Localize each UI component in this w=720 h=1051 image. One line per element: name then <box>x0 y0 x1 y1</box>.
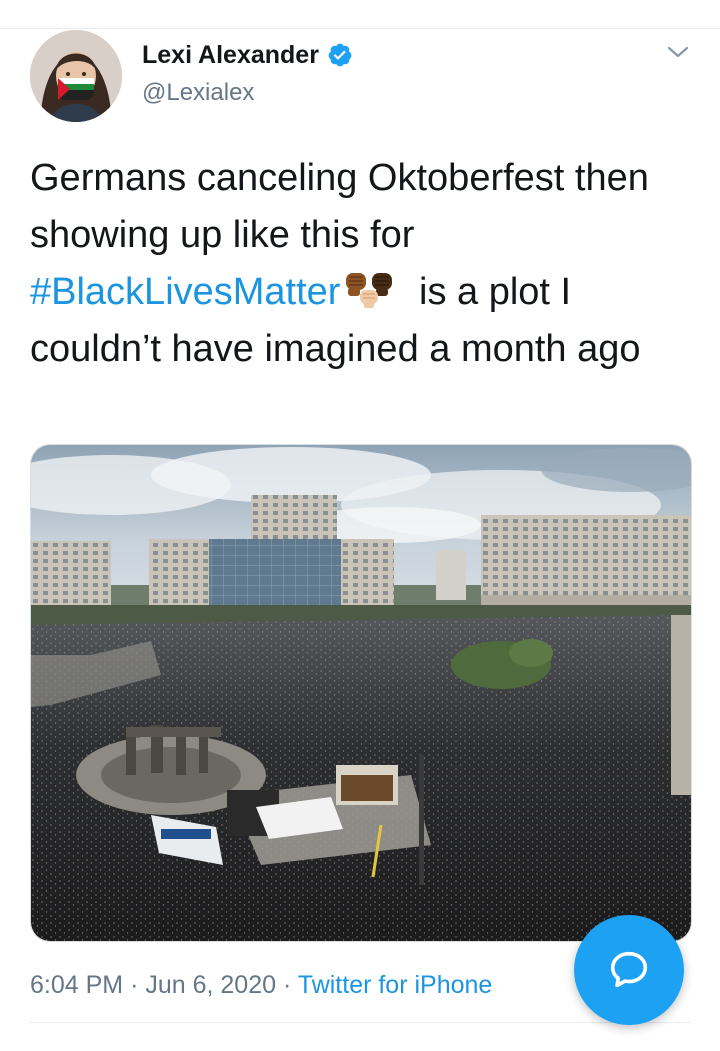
tweet-photo[interactable] <box>30 444 692 942</box>
top-divider <box>0 28 720 29</box>
hashtag-link[interactable]: #BlackLivesMatter <box>30 271 340 313</box>
display-name[interactable]: Lexi Alexander <box>142 40 353 70</box>
meta-separator: · <box>282 971 292 999</box>
protest-crowd-photo <box>31 445 691 941</box>
tweet-text: Germans canceling Oktoberfest then showi… <box>30 150 680 378</box>
tweet-meta: 6:04 PM · Jun 6, 2020 · Twitter for iPho… <box>30 968 492 1002</box>
compose-reply-button[interactable] <box>574 915 684 1025</box>
meta-separator: · <box>130 971 139 999</box>
raised-fist-emoji-icon <box>346 273 393 308</box>
display-name-text: Lexi Alexander <box>142 41 319 69</box>
chevron-down-icon[interactable] <box>666 40 690 64</box>
tweet-text-part1: Germans canceling Oktoberfest then showi… <box>30 157 649 256</box>
bottom-divider <box>30 1022 690 1023</box>
tweet-time[interactable]: 6:04 PM <box>30 971 123 999</box>
user-handle[interactable]: @Lexialex <box>142 78 254 108</box>
tweet-source-link[interactable]: Twitter for iPhone <box>298 971 493 999</box>
avatar-photo <box>30 30 122 122</box>
compose-reply-icon <box>610 951 648 988</box>
tweet-date[interactable]: Jun 6, 2020 <box>145 971 276 999</box>
verified-badge-icon <box>328 43 352 67</box>
avatar[interactable] <box>30 30 122 122</box>
